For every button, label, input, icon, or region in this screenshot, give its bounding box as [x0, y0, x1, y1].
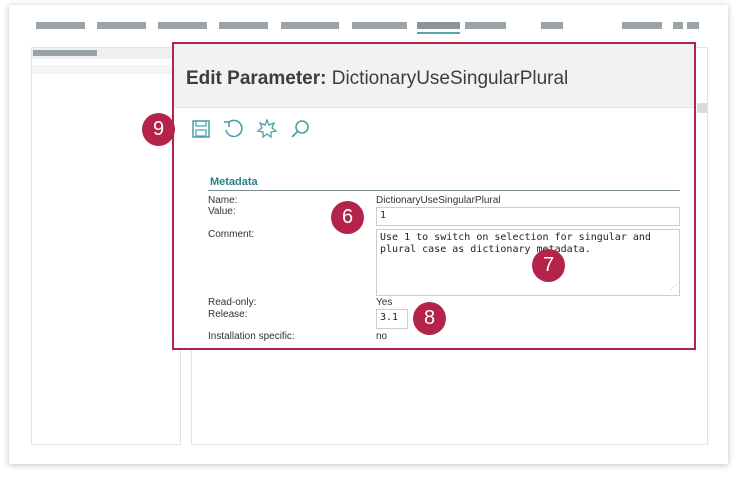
- nav-item[interactable]: [352, 22, 407, 29]
- readonly-value: Yes: [376, 297, 393, 308]
- search-button[interactable]: [287, 116, 313, 142]
- name-value: DictionaryUseSingularPlural: [376, 195, 501, 206]
- release-label: Release:: [208, 309, 248, 320]
- save-icon: [192, 120, 210, 138]
- nav-item[interactable]: [687, 22, 699, 29]
- star-burst-icon: [256, 118, 278, 139]
- comment-text: Use 1 to switch on selection for singula…: [380, 232, 651, 255]
- top-navigation: [9, 5, 728, 39]
- dialog-title-name: DictionaryUseSingularPlural: [331, 68, 569, 89]
- nav-item[interactable]: [465, 22, 506, 29]
- left-panel-subheader: [32, 65, 180, 74]
- right-panel-control: [697, 103, 707, 113]
- comment-textarea[interactable]: Use 1 to switch on selection for singula…: [376, 229, 680, 296]
- nav-item[interactable]: [97, 22, 146, 29]
- metadata-section: Metadata Name: DictionaryUseSingularPlur…: [208, 176, 680, 342]
- nav-item[interactable]: [281, 22, 339, 29]
- search-icon: [291, 120, 309, 138]
- callout-9: 9: [142, 113, 175, 146]
- comment-label: Comment:: [208, 229, 255, 240]
- active-tab-indicator: [417, 32, 460, 34]
- undo-icon: [224, 119, 243, 138]
- readonly-label: Read-only:: [208, 297, 257, 308]
- dialog-title-prefix: Edit Parameter:: [186, 68, 327, 89]
- installation-label: Installation specific:: [208, 331, 295, 342]
- resize-handle-icon[interactable]: ⋰: [670, 282, 677, 294]
- new-button[interactable]: [254, 116, 280, 142]
- nav-item[interactable]: [622, 22, 662, 29]
- left-panel: [31, 47, 181, 445]
- value-field[interactable]: 1: [376, 207, 680, 226]
- nav-item-active[interactable]: [417, 22, 460, 29]
- nav-item[interactable]: [36, 22, 85, 29]
- left-panel-header-title: [33, 50, 97, 56]
- nav-item[interactable]: [541, 22, 563, 29]
- dialog-title: Edit Parameter: DictionaryUseSingularPlu…: [186, 68, 568, 90]
- left-panel-header: [32, 48, 180, 59]
- callout-8: 8: [413, 302, 446, 335]
- nav-item[interactable]: [219, 22, 268, 29]
- metadata-title: Metadata: [208, 176, 680, 191]
- callout-7: 7: [532, 249, 565, 282]
- dialog-title-bar: Edit Parameter: DictionaryUseSingularPlu…: [174, 44, 694, 108]
- release-field[interactable]: 3.1: [376, 309, 408, 329]
- installation-value: no: [376, 331, 388, 342]
- undo-button[interactable]: [220, 116, 246, 142]
- name-label: Name:: [208, 195, 238, 206]
- value-label: Value:: [208, 206, 236, 217]
- save-button[interactable]: [188, 116, 214, 142]
- callout-6: 6: [331, 201, 364, 234]
- nav-item[interactable]: [158, 22, 207, 29]
- nav-item[interactable]: [673, 22, 683, 29]
